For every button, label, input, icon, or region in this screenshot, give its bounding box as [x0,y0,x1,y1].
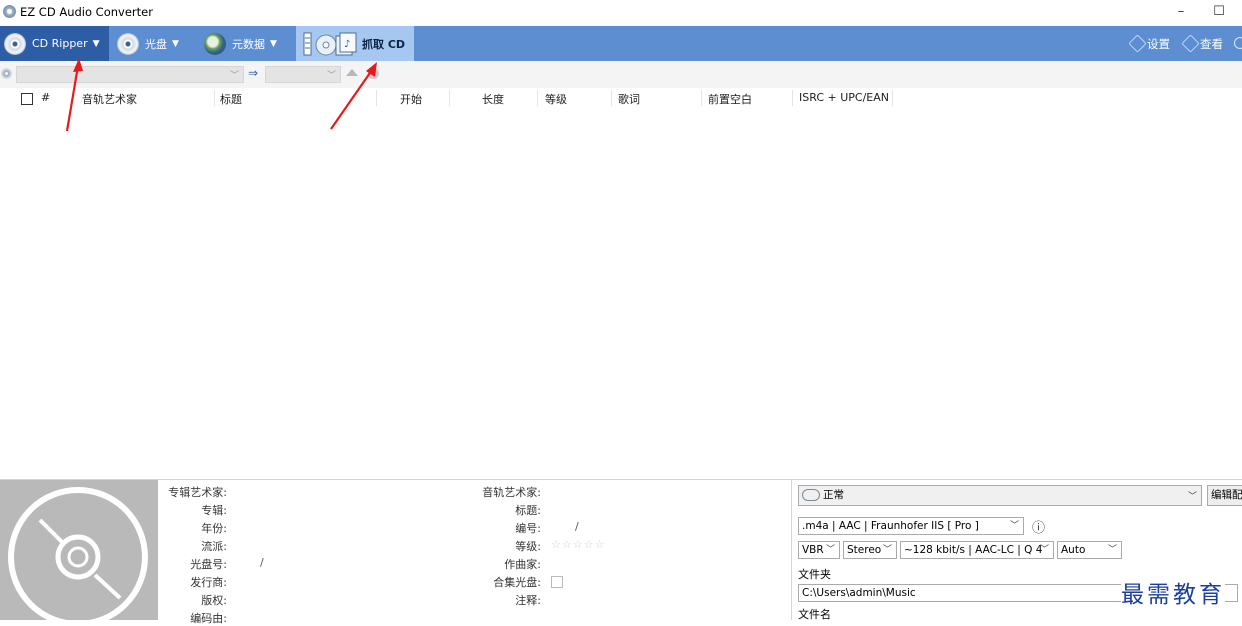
edit-profile-button[interactable]: 编辑配 [1207,485,1242,506]
album-field-value[interactable] [232,538,462,554]
track-field-value[interactable] [551,484,781,500]
track-field-label: 等级: [515,540,541,553]
compilation-checkbox[interactable] [551,576,563,588]
profile-value: 正常 [823,489,844,501]
auto-value: Auto [1061,544,1086,556]
track-field-label: 注释: [515,594,541,607]
album-field-value[interactable] [232,502,462,518]
album-field-label: 光盘号: [190,558,227,571]
album-field-value[interactable] [232,520,462,536]
track-field-value[interactable] [551,502,781,518]
album-field-value[interactable] [232,610,462,626]
profile-select[interactable]: 正常 ﹀ [798,485,1202,506]
album-field-label: 流派: [201,540,227,553]
folder-label: 文件夹 [798,568,831,581]
bitrate-select[interactable]: ~128 kbit/s | AAC-LC | Q 4 ﹀ [900,541,1054,559]
mode-value: VBR [802,544,824,556]
format-select[interactable]: .m4a | AAC | Fraunhofer IIS [ Pro ] ﹀ [798,517,1024,535]
track-field-label: 编号: [515,522,541,535]
track-field-label: 合集光盘: [493,576,541,589]
album-field-label: 编码由: [190,612,227,625]
album-field-label: 发行商: [190,576,227,589]
rating-stars[interactable]: ☆☆☆☆☆ [551,538,781,554]
album-field-label: 版权: [201,594,227,607]
album-field-label: 年份: [201,522,227,535]
watermark: 最需教育 [1121,575,1225,609]
track-field-value[interactable] [551,556,781,572]
album-art[interactable] [0,480,158,620]
channels-select[interactable]: Stereo ﹀ [843,541,897,559]
red-arrow-cd-ripper [65,58,83,132]
track-field-value[interactable] [551,592,781,608]
format-value: .m4a | AAC | Fraunhofer IIS [ Pro ] [802,520,979,532]
album-field-label: 专辑艺术家: [168,486,227,499]
bitrate-value: ~128 kbit/s | AAC-LC | Q 4 [904,544,1043,556]
album-field-value[interactable] [232,592,462,608]
chevron-down-icon: ﹀ [1187,492,1197,502]
mode-select[interactable]: VBR ﹀ [798,541,840,559]
channels-value: Stereo [847,544,882,556]
track-field-value[interactable]: / [551,520,781,536]
chevron-down-icon: ﹀ [825,545,835,555]
track-field-label: 标题: [515,504,541,517]
auto-select[interactable]: Auto ﹀ [1057,541,1122,559]
chevron-down-icon: ﹀ [882,545,892,555]
album-field-value[interactable] [232,484,462,500]
track-field-label: 作曲家: [504,558,541,571]
chevron-down-icon: ﹀ [1107,545,1117,555]
album-field-label: 专辑: [201,504,227,517]
track-field-label: 音轨艺术家: [482,486,541,499]
album-field-value[interactable]: / [232,556,462,572]
chevron-down-icon: ﹀ [1009,521,1019,531]
gear-icon [802,489,820,501]
disc-placeholder-icon [8,487,148,620]
red-arrow-rip-cd [330,62,377,130]
album-field-value[interactable] [232,574,462,590]
info-icon[interactable]: ⓘ [1032,517,1045,536]
chevron-down-icon: ﹀ [1039,545,1049,555]
